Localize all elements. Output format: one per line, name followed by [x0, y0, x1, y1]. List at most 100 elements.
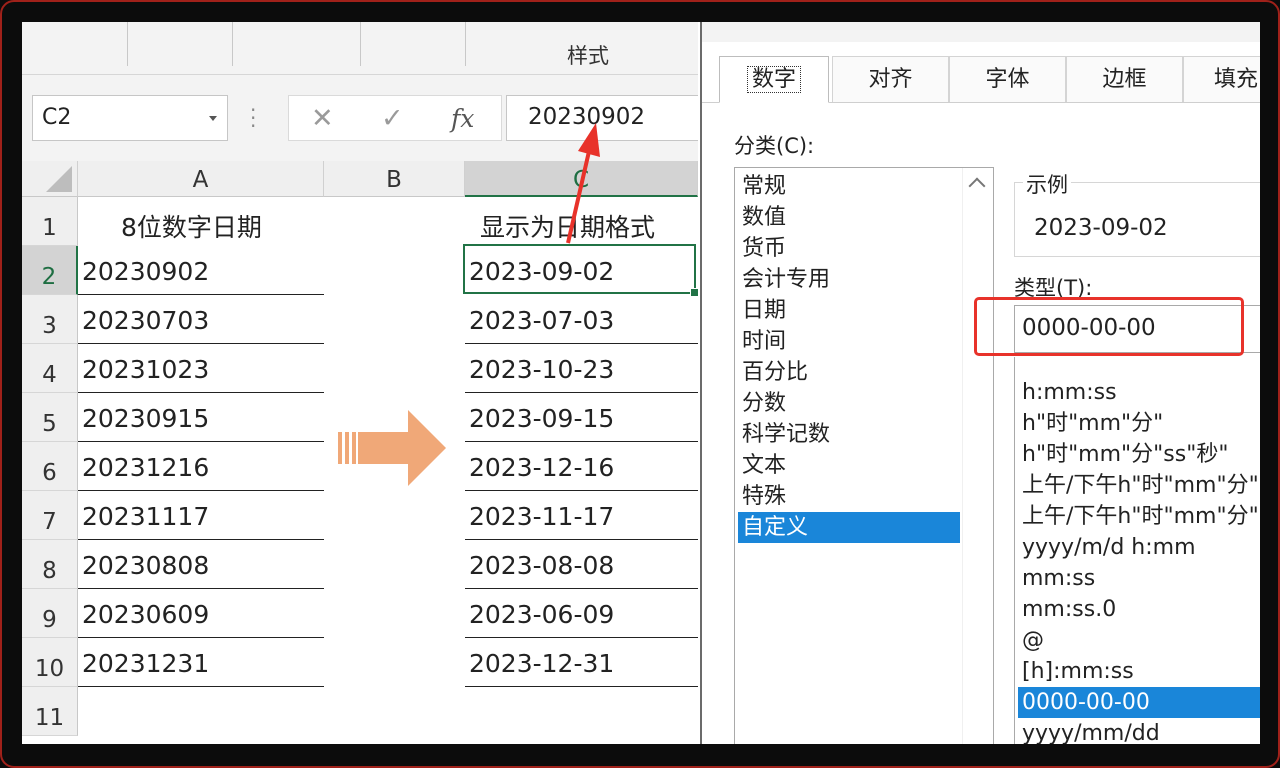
category-item-selected[interactable]: 自定义: [738, 512, 960, 543]
category-item[interactable]: 时间: [738, 326, 960, 357]
cell-border: [78, 637, 324, 638]
category-item[interactable]: 数值: [738, 202, 960, 233]
column-header-b[interactable]: B: [324, 161, 465, 197]
cell-a[interactable]: 20230902: [82, 257, 209, 286]
category-scrollbar[interactable]: [962, 168, 993, 744]
cell-border: [465, 637, 698, 638]
cell-border: [465, 686, 698, 687]
select-all-button[interactable]: [22, 161, 78, 197]
cell-a[interactable]: 20230808: [82, 551, 209, 580]
format-item[interactable]: @: [1018, 625, 1260, 656]
chevron-up-icon[interactable]: [968, 177, 986, 195]
category-item[interactable]: 科学记数: [738, 419, 960, 450]
format-item[interactable]: mm:ss.0: [1018, 594, 1260, 625]
cell-c[interactable]: 2023-07-03: [469, 306, 614, 335]
category-label: 分类(C):: [734, 134, 815, 158]
category-item[interactable]: 日期: [738, 295, 960, 326]
tab-border[interactable]: 边框: [1066, 56, 1183, 102]
function-icon[interactable]: fx: [451, 104, 474, 133]
row-header[interactable]: 3: [22, 295, 78, 344]
column-header-a[interactable]: A: [78, 161, 324, 197]
cell-border: [465, 539, 698, 540]
format-item[interactable]: yyyy/mm/dd: [1018, 718, 1260, 744]
arrow-right-icon: [338, 410, 446, 486]
screenshot: 样式 C2 ··· ✕ ✓ fx 20230902 A B C 1 2 3 4: [22, 22, 1260, 744]
row-header[interactable]: 8: [22, 540, 78, 589]
ribbon-separator: [465, 22, 466, 66]
check-icon[interactable]: ✓: [381, 103, 404, 134]
format-item[interactable]: 上午/下午h"时"mm"分": [1018, 501, 1260, 532]
format-item[interactable]: mm:ss: [1018, 563, 1260, 594]
active-cell-c2[interactable]: [463, 244, 698, 297]
format-item[interactable]: h"时"mm"分": [1018, 408, 1260, 439]
tab-label: 数字: [746, 66, 801, 93]
category-list[interactable]: 常规 数值 货币 会计专用 日期 时间 百分比 分数 科学记数 文本 特殊 自定…: [734, 167, 994, 744]
excel-window: 样式 C2 ··· ✕ ✓ fx 20230902 A B C 1 2 3 4: [22, 22, 698, 744]
row-header[interactable]: 1: [22, 197, 78, 246]
row-header[interactable]: 5: [22, 393, 78, 442]
cancel-icon[interactable]: ✕: [311, 103, 334, 134]
cell-c[interactable]: 2023-09-15: [469, 404, 614, 433]
cell-c[interactable]: 2023-06-09: [469, 600, 614, 629]
tab-alignment[interactable]: 对齐: [832, 56, 949, 102]
name-box-value: C2: [42, 105, 72, 130]
row-header[interactable]: 6: [22, 442, 78, 491]
dialog-titlebar: [702, 22, 1260, 42]
ribbon-separator: [360, 22, 361, 66]
cell-c[interactable]: 2023-12-16: [469, 453, 614, 482]
highlight-box: [974, 297, 1244, 356]
cell-a[interactable]: 20230703: [82, 306, 209, 335]
row-header[interactable]: 10: [22, 638, 78, 687]
format-item[interactable]: [h]:mm:ss: [1018, 656, 1260, 687]
cell-c[interactable]: 2023-11-17: [469, 502, 614, 531]
row-header[interactable]: 7: [22, 491, 78, 540]
cell-a[interactable]: 20231231: [82, 649, 209, 678]
name-box[interactable]: C2: [32, 95, 228, 141]
sample-box: 示例 2023-09-02: [1014, 169, 1260, 257]
category-item[interactable]: 特殊: [738, 481, 960, 512]
cell-c[interactable]: 2023-12-31: [469, 649, 614, 678]
cell-a[interactable]: 20230609: [82, 600, 209, 629]
cell-a1[interactable]: 8位数字日期: [121, 208, 262, 244]
format-item-selected[interactable]: 0000-00-00: [1018, 687, 1260, 718]
category-item[interactable]: 常规: [738, 171, 960, 202]
cell-border: [78, 294, 324, 295]
category-item[interactable]: 文本: [738, 450, 960, 481]
cell-border: [465, 392, 698, 393]
format-item[interactable]: h"时"mm"分"ss"秒": [1018, 439, 1260, 470]
format-list[interactable]: h:mm:ss h"时"mm"分" h"时"mm"分"ss"秒" 上午/下午h"…: [1014, 357, 1260, 744]
ribbon-group-styles[interactable]: 样式: [563, 40, 613, 70]
drag-handle-icon[interactable]: · · ·: [250, 100, 256, 136]
sample-label: 示例: [1023, 169, 1071, 199]
cell-c[interactable]: 2023-10-23: [469, 355, 614, 384]
format-item[interactable]: yyyy/m/d h:mm: [1018, 532, 1260, 563]
cell-border: [78, 686, 324, 687]
cell-a[interactable]: 20231117: [82, 502, 209, 531]
category-item[interactable]: 分数: [738, 388, 960, 419]
pointer-arrow-icon: [566, 123, 600, 244]
ribbon: 样式: [22, 22, 698, 75]
cell-a[interactable]: 20231216: [82, 453, 209, 482]
cell-border: [465, 343, 698, 344]
cell-c[interactable]: 2023-08-08: [469, 551, 614, 580]
format-item[interactable]: 上午/下午h"时"mm"分": [1018, 470, 1260, 501]
cell-a[interactable]: 20230915: [82, 404, 209, 433]
format-item[interactable]: h:mm:ss: [1018, 377, 1260, 408]
row-header[interactable]: 2: [22, 246, 78, 295]
row-header[interactable]: 4: [22, 344, 78, 393]
row-header[interactable]: 11: [22, 687, 78, 736]
category-item[interactable]: 货币: [738, 233, 960, 264]
cell-border: [78, 392, 324, 393]
tab-font[interactable]: 字体: [949, 56, 1066, 102]
cell-border: [465, 490, 698, 491]
category-item[interactable]: 百分比: [738, 357, 960, 388]
chevron-down-icon[interactable]: [209, 116, 217, 121]
formula-input[interactable]: 20230902: [506, 95, 698, 141]
row-header[interactable]: 9: [22, 589, 78, 638]
fill-handle[interactable]: [690, 288, 698, 297]
cell-a[interactable]: 20231023: [82, 355, 209, 384]
tab-fill[interactable]: 填充: [1183, 56, 1260, 102]
cell-border: [78, 588, 324, 589]
category-item[interactable]: 会计专用: [738, 264, 960, 295]
tab-number[interactable]: 数字: [719, 56, 829, 103]
